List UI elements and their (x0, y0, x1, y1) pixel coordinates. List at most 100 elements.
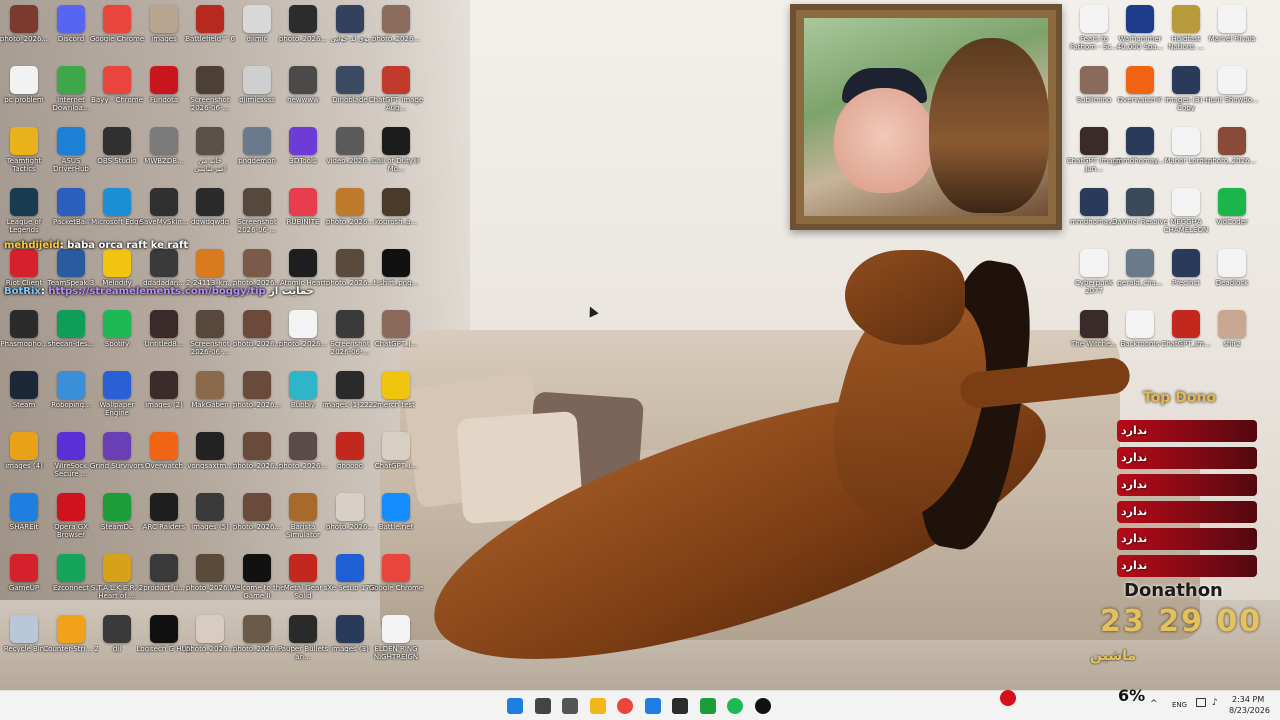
desktop-icon-image (289, 127, 317, 155)
file-explorer-button[interactable] (586, 695, 610, 717)
desktop-icon-image (289, 5, 317, 33)
desktop-icon-image (196, 432, 224, 460)
desktop-icon-image (57, 66, 85, 94)
desktop-icon-image (196, 554, 224, 582)
desktop-icon[interactable]: Call of Duty® Mo... (368, 124, 424, 184)
vscode-button[interactable] (641, 695, 665, 717)
desktop-icon[interactable]: shir2 (1204, 307, 1260, 367)
desktop-icon[interactable]: Marvel Rivals (1204, 2, 1260, 62)
desktop-icon-image (10, 5, 38, 33)
file-explorer-icon (590, 698, 606, 714)
desktop-icon-image (382, 615, 410, 643)
desktop-icon-image (382, 371, 410, 399)
desktop-icon-image (382, 188, 410, 216)
desktop-icon-image (1172, 127, 1200, 155)
desktop-icon[interactable]: ELDEN RING NIGHTREIGN (368, 612, 424, 672)
desktop-icon[interactable]: Deadlock (1204, 246, 1260, 306)
top-donor-title: Top Dono (1143, 390, 1217, 406)
picture-frame (790, 4, 1062, 230)
tray-chevron-icon[interactable]: ^ (1150, 699, 1158, 709)
desktop-icon[interactable]: VidCoder (1204, 185, 1260, 245)
desktop-icon-image (336, 188, 364, 216)
desktop-icon-label: ChatGPT Image Aug... (368, 96, 424, 112)
desktop-icon-image (382, 310, 410, 338)
desktop-icon-image (103, 432, 131, 460)
obs-button[interactable] (668, 695, 692, 717)
desktop-icon-image (150, 371, 178, 399)
clock-date[interactable]: 8/23/2026 (1229, 706, 1270, 715)
desktop-icon-image (1126, 127, 1154, 155)
steamdl-button[interactable] (696, 695, 720, 717)
spotify-icon (727, 698, 743, 714)
desktop-icon-image (289, 371, 317, 399)
desktop-icon[interactable]: ChatGPT Image Aug... (368, 63, 424, 123)
clock-time[interactable]: 2:34 PM (1232, 695, 1264, 704)
desktop-icon-image (382, 5, 410, 33)
desktop-icon-image (57, 432, 85, 460)
donation-row: ندارد (1117, 501, 1257, 523)
speaker-icon[interactable]: ♪ (1212, 698, 1218, 708)
spotify-button[interactable] (723, 695, 747, 717)
task-view-button[interactable] (558, 695, 582, 717)
pig-face (834, 88, 934, 193)
donathon-subtitle: ماشین (1090, 648, 1137, 664)
desktop-icon-image (150, 493, 178, 521)
desktop-icon-image (1080, 249, 1108, 277)
desktop-icon-image (103, 188, 131, 216)
desktop-icon-image (150, 188, 178, 216)
chrome-button[interactable] (613, 695, 637, 717)
search-button[interactable] (531, 695, 555, 717)
desktop-icon-image (57, 249, 85, 277)
desktop-icon-image (1218, 5, 1246, 33)
start-button[interactable] (503, 695, 527, 717)
desktop-icon-image (243, 66, 271, 94)
desktop-icon-image (103, 66, 131, 94)
desktop-icon-image (289, 493, 317, 521)
desktop-icon-image (243, 5, 271, 33)
language-indicator[interactable]: ENG (1172, 701, 1187, 709)
obs-icon (672, 698, 688, 714)
desktop-icon-image (196, 188, 224, 216)
desktop-icon-image (10, 188, 38, 216)
logitech-button[interactable] (751, 695, 775, 717)
desktop-icon-image (289, 615, 317, 643)
desktop-icon-image (289, 249, 317, 277)
desktop-icon-label: Hunt Showdo... (1205, 96, 1259, 104)
desktop-icon[interactable]: Hunt Showdo... (1204, 63, 1260, 123)
chat-username: BotRix (4, 286, 41, 297)
tip-link[interactable]: https://streamelements.com/boggy/tip (48, 286, 265, 297)
desktop-icon[interactable]: ChatGPT_I... (368, 307, 424, 367)
desktop-icon[interactable]: Google Chrome (368, 551, 424, 611)
desktop-icon-image (10, 66, 38, 94)
desktop-icon-image (382, 554, 410, 582)
desktop-icon-image (1172, 310, 1200, 338)
desktop-icon[interactable]: Battle.net (368, 490, 424, 550)
desktop-icon[interactable]: ChatGPT_I... (368, 429, 424, 489)
network-icon[interactable] (1196, 698, 1206, 707)
chrome-icon (617, 698, 633, 714)
steamdl-icon (700, 698, 716, 714)
desktop-icon-image (243, 188, 271, 216)
desktop-icon[interactable]: kourosh_a... (368, 185, 424, 245)
desktop-icon-image (336, 127, 364, 155)
desktop-icon-image (196, 5, 224, 33)
desktop-icon-label: ELDEN RING NIGHTREIGN (373, 645, 419, 661)
desktop-icon-image (10, 432, 38, 460)
start-icon (507, 698, 523, 714)
desktop-icon-label: Battle.net (378, 523, 414, 531)
desktop-icon-image (1080, 188, 1108, 216)
desktop-icon-image (336, 66, 364, 94)
chat-message: mehdijeid: baba orca raft ke raft (4, 240, 188, 251)
desktop-icon-image (196, 66, 224, 94)
desktop-icon-label: ChatGPT_I... (374, 340, 418, 348)
frame-photo (804, 18, 1049, 216)
volume-percent: 6% (1118, 686, 1146, 705)
desktop-icon-image (243, 371, 271, 399)
desktop-icon[interactable]: t-shirt_png... (368, 246, 424, 306)
desktop-icon-image (57, 493, 85, 521)
task-view-icon (562, 698, 578, 714)
desktop-icon[interactable]: merch test (368, 368, 424, 428)
desktop-icon-image (336, 371, 364, 399)
desktop-icon[interactable]: photo_2026... (1204, 124, 1260, 184)
desktop-icon[interactable]: photo_2026... (368, 2, 424, 62)
